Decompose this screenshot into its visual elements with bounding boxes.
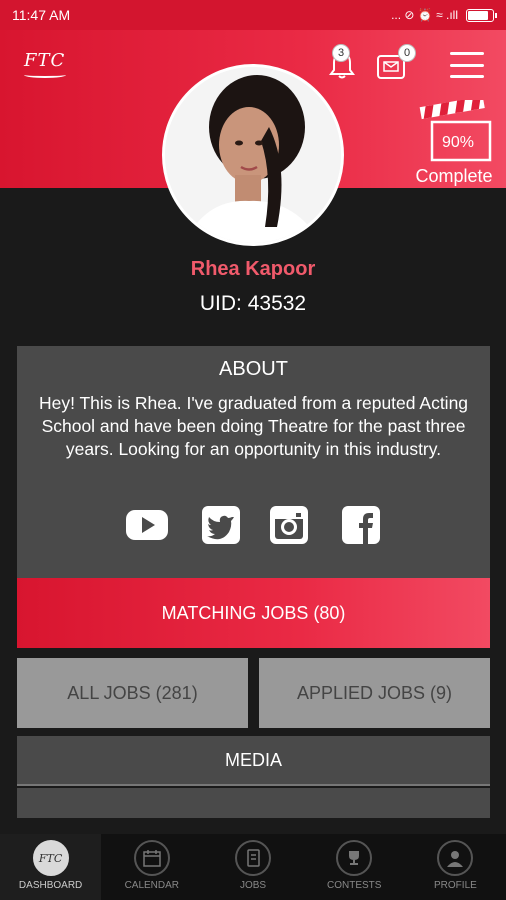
nav-label: PROFILE bbox=[434, 880, 477, 891]
nav-label: JOBS bbox=[239, 880, 267, 891]
profile-uid: UID: 43532 bbox=[199, 292, 307, 315]
ftc-logo-icon: FTC bbox=[32, 840, 69, 876]
nav-jobs[interactable]: JOBS bbox=[202, 834, 303, 900]
nav-calendar[interactable]: CALENDAR bbox=[101, 834, 202, 900]
nav-label: DASHBOARD bbox=[18, 880, 83, 891]
nav-contests[interactable]: CONTESTS bbox=[304, 834, 405, 900]
jobs-icon bbox=[235, 840, 271, 876]
clapperboard-icon bbox=[419, 100, 492, 162]
nav-dashboard[interactable]: FTC DASHBOARD bbox=[0, 834, 102, 900]
profile-completion-value: 90% bbox=[441, 134, 475, 151]
matching-jobs-button[interactable]: MATCHING JOBS (80) bbox=[17, 578, 490, 648]
notifications-badge: 3 bbox=[332, 44, 350, 62]
social-links bbox=[17, 504, 490, 546]
bottom-navigation: FTC DASHBOARD CALENDAR JOBS CONTESTS PRO… bbox=[0, 834, 506, 900]
status-symbols: ... ⊘ ⏰ ≈ .ıll bbox=[391, 8, 458, 22]
nav-profile[interactable]: PROFILE bbox=[405, 834, 506, 900]
hamburger-menu-icon[interactable] bbox=[450, 52, 484, 78]
status-time: 11:47 AM bbox=[12, 7, 71, 23]
logo-swoosh-icon bbox=[24, 72, 66, 78]
about-text: Hey! This is Rhea. I've graduated from a… bbox=[38, 393, 469, 459]
status-bar: 11:47 AM ... ⊘ ⏰ ≈ .ıll bbox=[0, 0, 506, 30]
trophy-icon bbox=[336, 840, 373, 876]
about-title: ABOUT bbox=[219, 358, 288, 380]
nav-label: CALENDAR bbox=[124, 880, 180, 891]
battery-icon bbox=[466, 8, 497, 22]
instagram-icon[interactable] bbox=[267, 504, 311, 546]
facebook-icon[interactable] bbox=[339, 504, 383, 546]
all-jobs-button[interactable]: ALL JOBS (281) bbox=[17, 658, 248, 728]
status-icons: ... ⊘ ⏰ ≈ .ıll bbox=[391, 8, 497, 22]
media-section-header[interactable]: MEDIA bbox=[17, 736, 490, 786]
profile-avatar[interactable] bbox=[162, 64, 344, 246]
profile-completion-label: Complete bbox=[415, 166, 493, 186]
profile-name: Rhea Kapoor bbox=[190, 258, 316, 280]
app-logo[interactable]: FTC bbox=[24, 50, 65, 71]
media-gallery bbox=[17, 788, 490, 818]
calendar-icon bbox=[133, 840, 170, 876]
messages-badge: 0 bbox=[398, 44, 416, 62]
applied-jobs-button[interactable]: APPLIED JOBS (9) bbox=[259, 658, 490, 728]
nav-label: CONTESTS bbox=[326, 880, 382, 891]
user-icon bbox=[437, 840, 474, 876]
youtube-icon[interactable] bbox=[125, 504, 169, 546]
twitter-icon[interactable] bbox=[199, 504, 243, 546]
about-card: ABOUT Hey! This is Rhea. I've graduated … bbox=[17, 346, 490, 578]
